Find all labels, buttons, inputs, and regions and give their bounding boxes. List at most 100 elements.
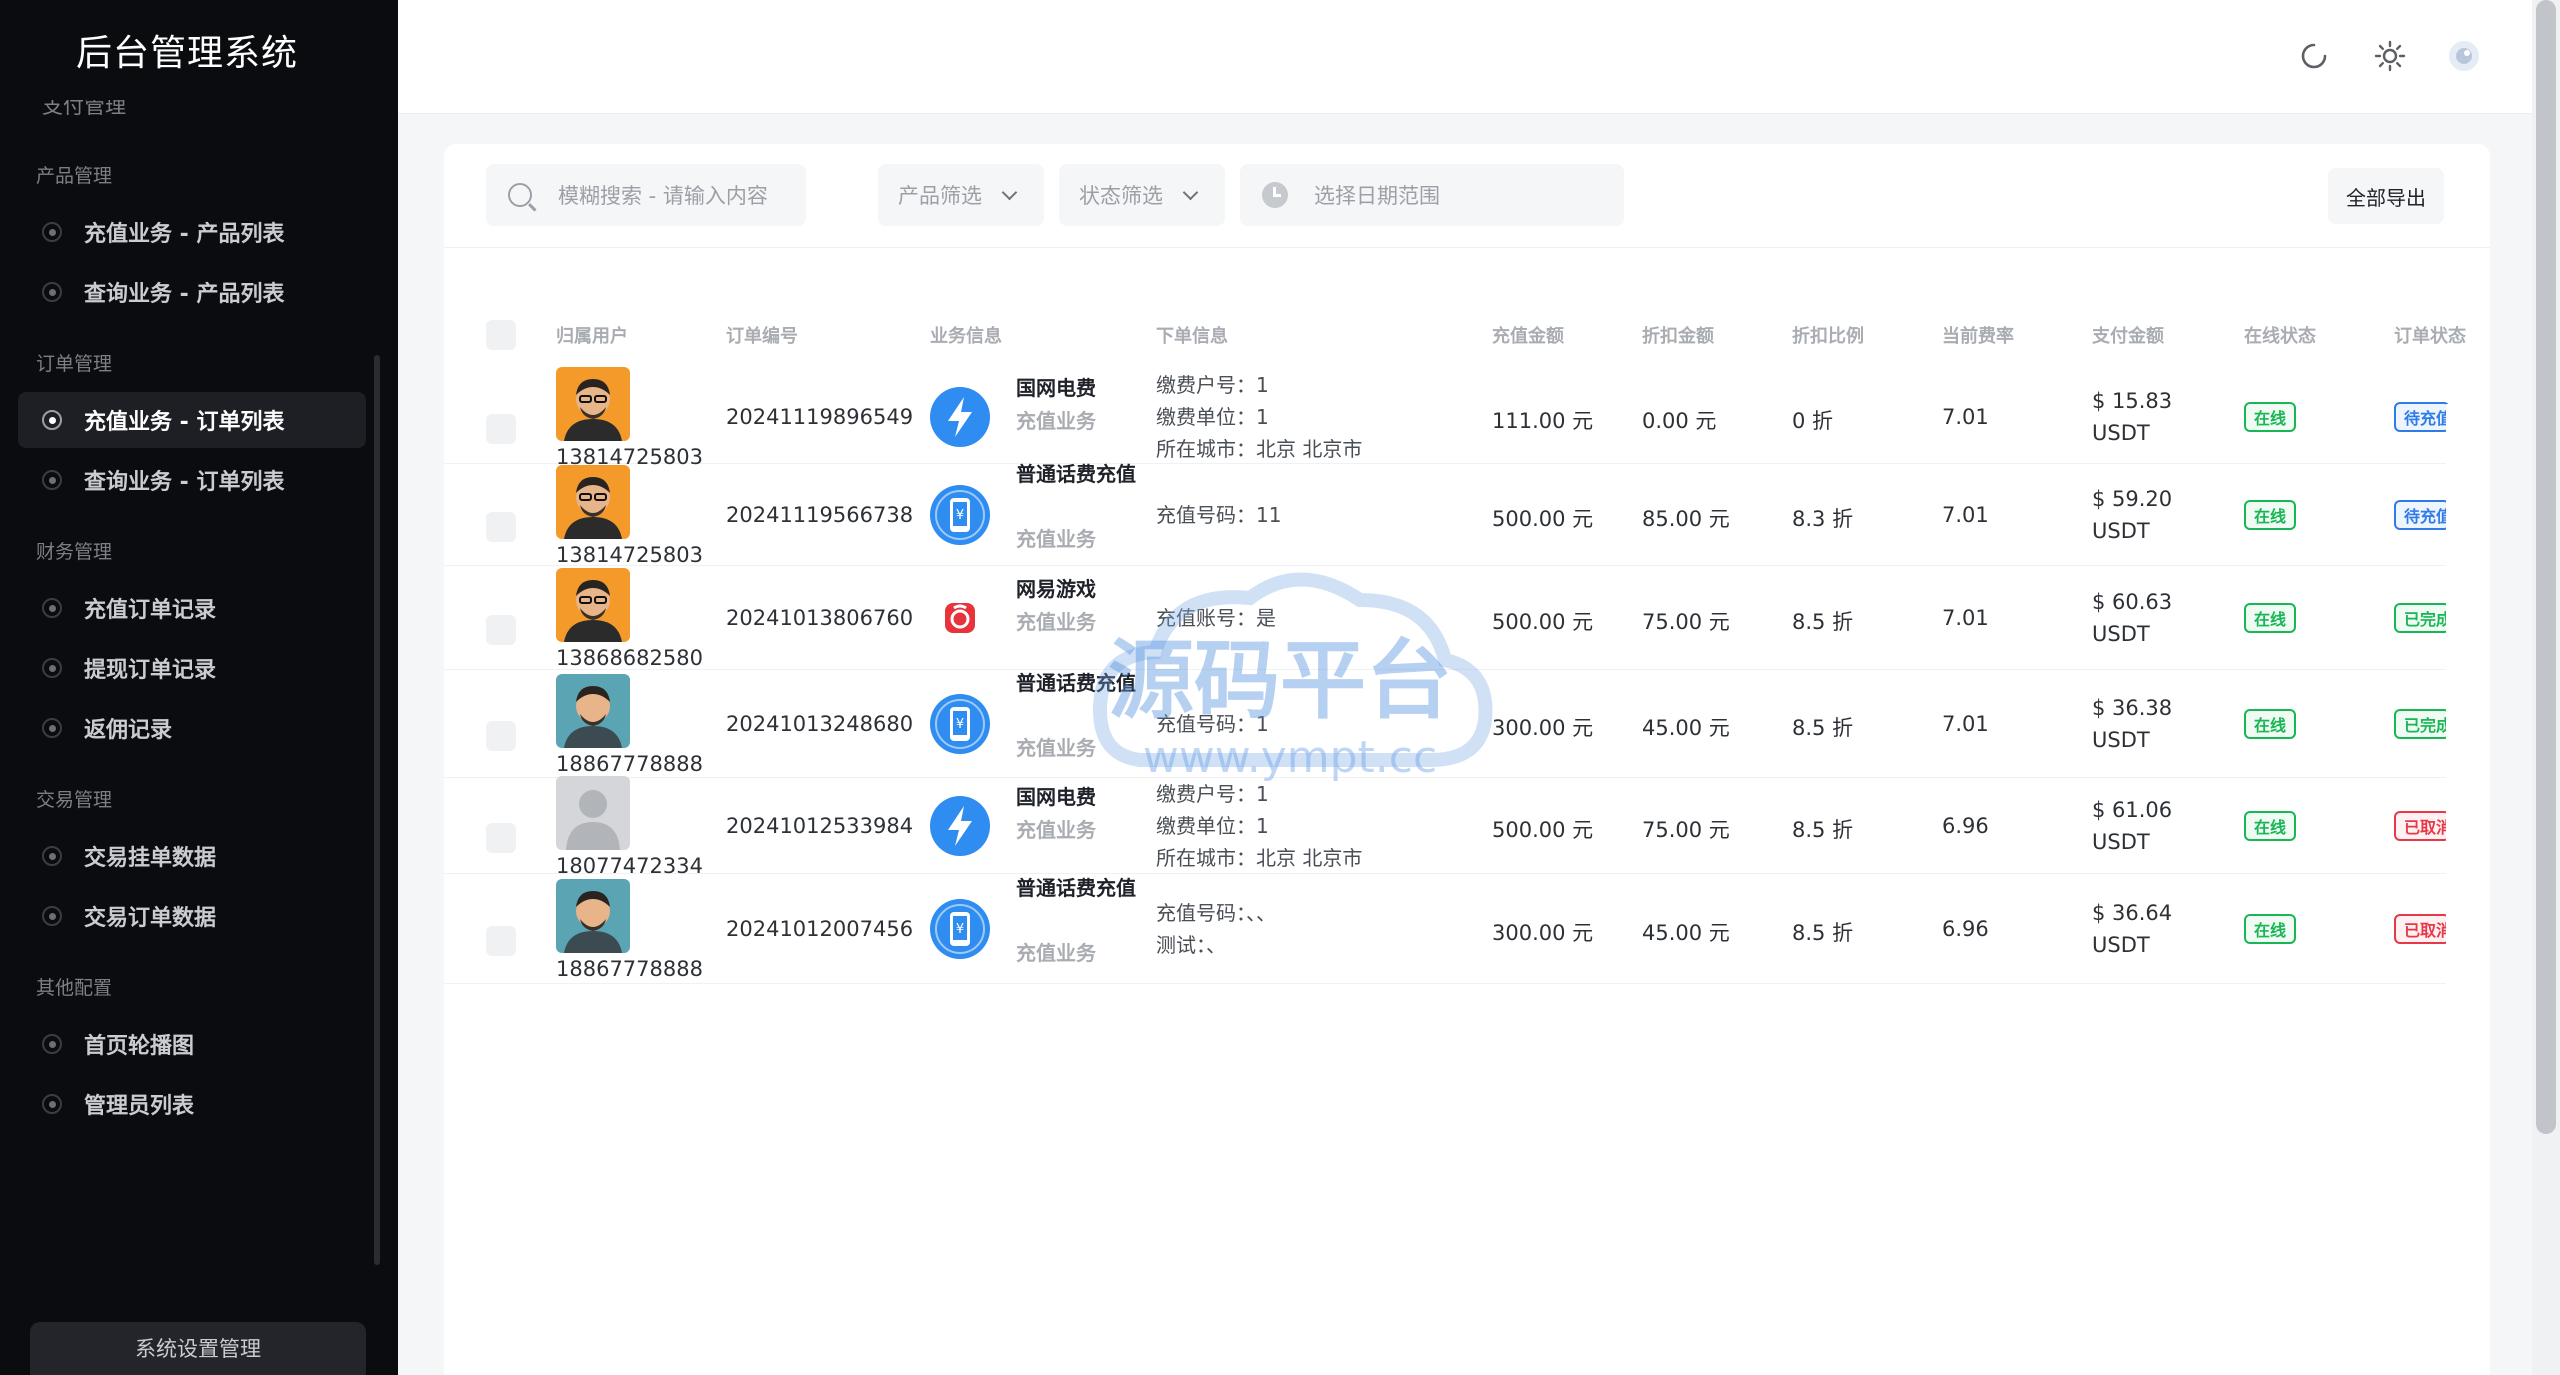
table-row[interactable]: 18867778888 20241012007456 ¥ 普通话费充值 充值业务 充值号码…: [444, 874, 2490, 984]
sun-icon[interactable]: [2370, 36, 2410, 76]
user-phone: 13814725803: [556, 543, 703, 567]
sidebar-item[interactable]: 首页轮播图: [18, 1016, 366, 1072]
user-avatar: [556, 568, 630, 642]
sidebar-item[interactable]: 提现订单记录: [18, 640, 366, 696]
order-status-badge: 待充值: [2394, 500, 2450, 530]
row-checkbox[interactable]: [486, 823, 516, 853]
business-name: 普通话费充值: [1016, 462, 1136, 486]
status-filter-select[interactable]: 状态筛选: [1059, 164, 1225, 226]
sidebar-group-title: 其他配置: [36, 977, 113, 999]
page-scrollbar-thumb[interactable]: [2536, 0, 2556, 1134]
order-info-line: 所在城市：北京 北京市: [1156, 437, 1363, 461]
sidebar-group-title: 财务管理: [36, 541, 113, 563]
order-number: 20241012007456: [726, 917, 914, 941]
current-rate: 6.96: [1942, 814, 1989, 838]
online-status-badge: 在线: [2244, 914, 2297, 944]
order-info-line: 充值号码：1: [1156, 712, 1269, 736]
electricity-icon: [930, 796, 990, 856]
column-header[interactable]: 充值金额: [1492, 322, 1564, 348]
column-header[interactable]: 在线状态: [2244, 322, 2316, 348]
recharge-amount: 111.00 元: [1492, 409, 1594, 433]
sidebar-item-label: 查询业务 - 订单列表: [84, 470, 285, 495]
user-avatar: [556, 465, 630, 539]
search-input[interactable]: 模糊搜索 - 请输入内容: [486, 164, 806, 226]
radio-dot-icon: [42, 906, 62, 926]
column-header[interactable]: 当前费率: [1942, 322, 2014, 348]
column-header[interactable]: 折扣比例: [1792, 322, 1864, 348]
page-scrollbar[interactable]: [2532, 0, 2560, 1375]
user-phone: 13868682580: [556, 646, 703, 670]
column-header[interactable]: 支付金额: [2092, 322, 2164, 348]
row-checkbox[interactable]: [486, 926, 516, 956]
payment-amount: $ 59.20 USDT: [2092, 487, 2173, 543]
sidebar: 后台管理系统 支付管理 产品管理 充值业务 - 产品列表 查询业务 - 产品列表 订单…: [0, 0, 398, 1375]
sidebar-item-payment[interactable]: 支付管理: [0, 100, 398, 136]
sidebar-item[interactable]: 交易订单数据: [18, 888, 366, 944]
system-settings-button[interactable]: 系统设置管理: [30, 1322, 366, 1375]
current-rate: 7.01: [1942, 503, 1989, 527]
order-info-line: 缴费户号：1: [1156, 782, 1269, 806]
sidebar-item-label: 查询业务 - 产品列表: [84, 282, 285, 307]
row-checkbox[interactable]: [486, 615, 516, 645]
discount-ratio: 8.3 折: [1792, 507, 1854, 531]
current-rate: 7.01: [1942, 712, 1989, 736]
user-avatar: [556, 674, 630, 748]
column-header[interactable]: 归属用户: [556, 322, 628, 348]
online-status-badge: 在线: [2244, 603, 2297, 633]
table-row[interactable]: 13814725803 20241119566738 ¥ 普通话费充值 充值业务 充值号码…: [444, 462, 2490, 567]
table-row[interactable]: 13868682580 20241013806760 网易游戏 充值业务 充值账号：是 5…: [444, 566, 2490, 670]
radio-dot-icon: [42, 846, 62, 866]
sidebar-item[interactable]: 返佣记录: [18, 700, 366, 756]
order-info: 充值号码：、、 测试：、: [1156, 897, 1276, 961]
business-name: 网易游戏: [1016, 577, 1096, 601]
online-status-badge: 在线: [2244, 500, 2297, 530]
sidebar-item[interactable]: 充值业务 - 订单列表: [18, 392, 366, 448]
order-info-line: 测试：、: [1156, 933, 1226, 957]
sidebar-item[interactable]: 管理员列表: [18, 1076, 366, 1132]
user-avatar: [556, 367, 630, 441]
sidebar-item[interactable]: 查询业务 - 产品列表: [18, 264, 366, 320]
order-info: 充值账号：是: [1156, 602, 1276, 634]
row-checkbox[interactable]: [486, 721, 516, 751]
table-row[interactable]: 18867778888 20241013248680 ¥ 普通话费充值 充值业务 充值号码…: [444, 670, 2490, 778]
phone-recharge-icon: ¥: [930, 694, 990, 754]
business-name: 普通话费充值: [1016, 671, 1136, 695]
sidebar-item[interactable]: 充值订单记录: [18, 580, 366, 636]
date-range-picker[interactable]: 选择日期范围: [1240, 164, 1624, 226]
product-filter-select[interactable]: 产品筛选: [878, 164, 1044, 226]
refresh-icon[interactable]: [2294, 36, 2334, 76]
svg-text:¥: ¥: [956, 717, 964, 732]
order-info-line: 充值号码：11: [1156, 503, 1282, 527]
payment-amount: $ 36.64 USDT: [2092, 901, 2173, 957]
sidebar-item[interactable]: 充值业务 - 产品列表: [18, 204, 366, 260]
column-header[interactable]: 下单信息: [1156, 322, 1228, 348]
sidebar-group-title: 交易管理: [36, 789, 113, 811]
sidebar-item[interactable]: 查询业务 - 订单列表: [18, 452, 366, 508]
column-header[interactable]: 订单编号: [726, 322, 798, 348]
business-type: 充值业务: [1016, 610, 1096, 634]
admin-avatar[interactable]: [2444, 36, 2484, 76]
select-all-checkbox[interactable]: [486, 320, 516, 350]
recharge-amount: 500.00 元: [1492, 507, 1594, 531]
user-avatar: [556, 879, 630, 953]
business-type: 充值业务: [1016, 736, 1096, 760]
sidebar-item-label: 交易挂单数据: [84, 846, 217, 871]
sidebar-scrollbar[interactable]: [374, 355, 380, 1265]
export-all-button[interactable]: 全部导出: [2328, 168, 2444, 224]
row-checkbox[interactable]: [486, 512, 516, 542]
row-checkbox[interactable]: [486, 414, 516, 444]
app-title: 后台管理系统: [76, 33, 299, 74]
sidebar-item-label: 管理员列表: [84, 1094, 195, 1119]
order-status-badge: 待充值: [2394, 402, 2450, 432]
filter-toolbar: 模糊搜索 - 请输入内容 产品筛选 状态筛选 选择日期范围 全部导出: [444, 144, 2490, 248]
column-header[interactable]: 业务信息: [930, 322, 1002, 348]
column-header[interactable]: 订单状态: [2394, 322, 2466, 348]
payment-amount: $ 61.06 USDT: [2092, 798, 2173, 854]
order-status-badge: 已完成: [2394, 709, 2450, 739]
phone-recharge-icon: ¥: [930, 899, 990, 959]
table-row[interactable]: 13814725803 20241119896549 国网电费 充值业务 缴费户号：1 缴…: [444, 367, 2490, 469]
order-info-line: 缴费户号：1: [1156, 373, 1269, 397]
sidebar-item[interactable]: 交易挂单数据: [18, 828, 366, 884]
table-row[interactable]: 18077472334 20241012533984 国网电费 充值业务 缴费户号：1 缴…: [444, 776, 2490, 878]
column-header[interactable]: 折扣金额: [1642, 322, 1714, 348]
